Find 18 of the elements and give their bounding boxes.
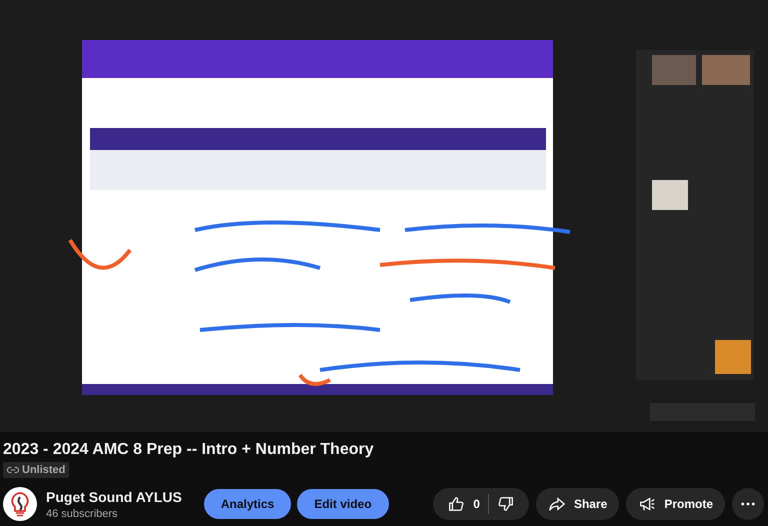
thumbs-up-icon xyxy=(447,495,466,513)
share-button[interactable]: Share xyxy=(536,488,620,520)
analytics-button[interactable]: Analytics xyxy=(204,489,292,519)
more-icon xyxy=(741,502,755,506)
thumbs-down-icon xyxy=(496,495,515,513)
channel-name[interactable]: Puget Sound AYLUS xyxy=(46,488,182,504)
video-title: 2023 - 2024 AMC 8 Prep -- Intro + Number Theory xyxy=(3,440,375,460)
share-arrow-icon xyxy=(548,495,566,513)
edit-video-button[interactable]: Edit video xyxy=(297,489,389,519)
visibility-label: Unlisted xyxy=(22,464,66,476)
subscriber-count: 46 subscribers xyxy=(46,508,119,520)
more-button[interactable] xyxy=(732,488,764,520)
like-count: 0 xyxy=(473,497,480,511)
link-icon xyxy=(7,466,19,474)
promote-button[interactable]: Promote xyxy=(626,488,725,520)
like-button[interactable]: 0 xyxy=(439,488,488,520)
channel-avatar[interactable] xyxy=(3,487,37,521)
megaphone-icon xyxy=(638,495,656,513)
